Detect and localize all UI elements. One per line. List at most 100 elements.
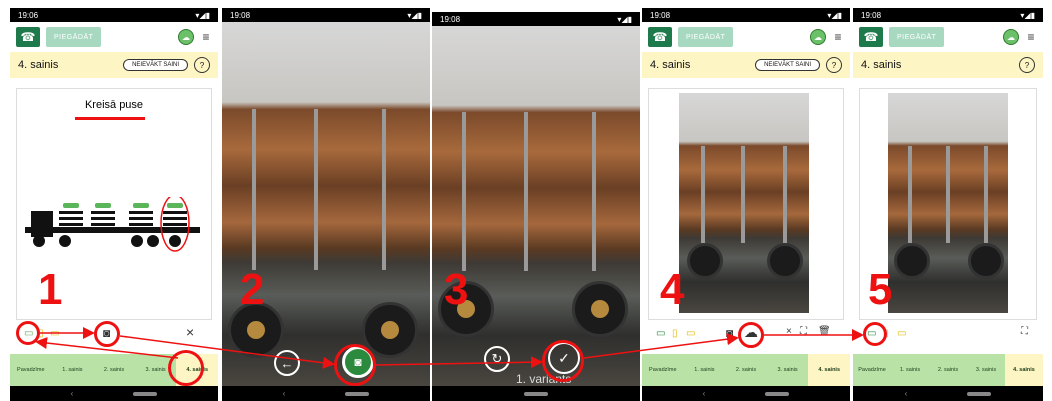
- tab-bundle-1[interactable]: 1. sainis: [52, 367, 94, 373]
- landscape-icon[interactable]: ▭: [897, 328, 906, 339]
- bundle-title: 4. sainis: [861, 59, 902, 71]
- call-button[interactable]: ☎: [859, 27, 883, 47]
- back-button[interactable]: ←: [274, 350, 300, 376]
- home-nav-icon[interactable]: [524, 391, 548, 396]
- tab-bundle-3[interactable]: 3. sainis: [967, 367, 1005, 373]
- expand-icon[interactable]: ⛶: [1021, 326, 1028, 337]
- call-button[interactable]: ☎: [16, 27, 40, 47]
- tab-waybill[interactable]: Pavadzīme: [853, 367, 891, 373]
- arrow-left-icon: ←: [280, 355, 294, 371]
- highlight-ring: [16, 321, 40, 345]
- status-time: 19:06: [18, 10, 39, 20]
- deliver-button[interactable]: PIEGĀDĀT: [889, 27, 945, 47]
- status-bar: 19:08 ▾◢▮: [853, 8, 1043, 22]
- help-icon[interactable]: ?: [826, 57, 842, 73]
- bundle-title-bar: 4. sainis ?: [853, 52, 1043, 78]
- step-number-2: 2: [240, 265, 265, 314]
- wheel: [968, 243, 1004, 279]
- stake: [741, 145, 745, 243]
- wheel: [894, 243, 930, 279]
- highlight-ring: [334, 344, 376, 386]
- deliver-button[interactable]: PIEGĀDĀT: [46, 27, 102, 47]
- nav-bar: ‹: [10, 386, 218, 401]
- camera-preview: [222, 22, 430, 386]
- home-nav-icon[interactable]: [967, 391, 992, 396]
- landscape-icon[interactable]: ▭: [686, 328, 695, 339]
- delete-icon[interactable]: 🗑: [818, 326, 831, 337]
- back-nav-icon[interactable]: ‹: [905, 389, 908, 398]
- tab-bundle-3[interactable]: 3. sainis: [767, 367, 809, 373]
- tab-bundle-2[interactable]: 2. sainis: [929, 367, 967, 373]
- back-nav-icon[interactable]: ‹: [703, 389, 706, 398]
- nav-bar: [432, 386, 640, 401]
- retake-button[interactable]: ↻: [484, 346, 510, 372]
- cloud-icon[interactable]: ☁: [178, 29, 194, 45]
- status-bar: 19:08 ▾◢▮: [642, 8, 850, 22]
- highlight-ring: [94, 321, 120, 347]
- cloud-icon[interactable]: ☁: [1003, 29, 1019, 45]
- bundle-title: 4. sainis: [650, 59, 691, 71]
- status-time: 19:08: [230, 10, 251, 20]
- bundle-tabs: Pavadzīme 1. sainis 2. sainis 3. sainis …: [642, 354, 850, 386]
- landscape-icon[interactable]: ▭: [50, 328, 59, 339]
- show-bundle-button[interactable]: NEIEVĀKT SAINI: [123, 59, 188, 71]
- status-time: 19:08: [440, 14, 461, 24]
- captured-photo: [432, 26, 640, 386]
- status-bar: 19:08 ▾◢▮: [222, 8, 430, 22]
- tab-bundle-4[interactable]: 4. sainis: [808, 354, 850, 386]
- back-nav-icon[interactable]: ‹: [71, 389, 74, 398]
- back-nav-icon[interactable]: ‹: [283, 389, 286, 398]
- side-label: Kreisā puse: [84, 99, 144, 111]
- bundle-title-bar: 4. sainis NEIEVĀKT SAINI ?: [642, 52, 850, 78]
- signal-icon: ▾◢▮: [407, 10, 422, 20]
- tab-bundle-1[interactable]: 1. sainis: [684, 367, 726, 373]
- bundle-tabs: Pavadzīme 1. sainis 2. sainis 3. sainis …: [853, 354, 1043, 386]
- stake: [701, 145, 705, 243]
- tab-bundle-2[interactable]: 2. sainis: [725, 367, 767, 373]
- tab-bundle-4[interactable]: 4. sainis: [1005, 354, 1043, 386]
- close-icon[interactable]: ×: [186, 324, 194, 340]
- camera-icon[interactable]: ◙: [726, 326, 733, 340]
- home-nav-icon[interactable]: [345, 391, 370, 396]
- help-icon[interactable]: ?: [1019, 57, 1035, 73]
- stake: [783, 145, 787, 243]
- nav-bar: ‹: [222, 386, 430, 401]
- tab-waybill[interactable]: Pavadzīme: [10, 367, 52, 373]
- menu-icon[interactable]: ≡: [1025, 30, 1037, 44]
- bundle-photo: [888, 93, 1008, 313]
- wheel-hub: [591, 300, 609, 318]
- status-time: 19:08: [861, 10, 882, 20]
- show-bundle-button[interactable]: NEIEVĀKT SAINI: [755, 59, 820, 71]
- tab-waybill[interactable]: Pavadzīme: [642, 367, 684, 373]
- app-bar: ☎ PIEGĀDĀT ☁ ≡: [642, 22, 850, 52]
- wheel-hub: [381, 321, 399, 339]
- step-number-1: 1: [38, 265, 63, 314]
- home-nav-icon[interactable]: [765, 391, 790, 396]
- tab-bundle-2[interactable]: 2. sainis: [93, 367, 135, 373]
- help-icon[interactable]: ?: [194, 57, 210, 73]
- deliver-button[interactable]: PIEGĀDĀT: [678, 27, 734, 47]
- menu-icon[interactable]: ≡: [200, 30, 212, 44]
- tab-bundle-1[interactable]: 1. sainis: [891, 367, 929, 373]
- expand-icon[interactable]: ⛶: [800, 326, 807, 337]
- phone-screen-2: 19:08 ▾◢▮ ← ◙ ‹: [222, 8, 430, 401]
- status-bar: 19:06 ▾◢▮: [10, 8, 218, 22]
- signal-icon: ▾◢▮: [1020, 10, 1035, 20]
- home-nav-icon[interactable]: [133, 391, 158, 396]
- stake: [946, 145, 950, 243]
- status-time: 19:08: [650, 10, 671, 20]
- call-button[interactable]: ☎: [648, 27, 672, 47]
- step-number-5: 5: [868, 265, 893, 314]
- highlight-ring: [863, 322, 887, 346]
- close-icon[interactable]: ×: [786, 326, 792, 337]
- highlight-ring: [738, 322, 764, 348]
- cloud-icon[interactable]: ☁: [810, 29, 826, 45]
- app-bar: ☎ PIEGĀDĀT ☁ ≡: [853, 22, 1043, 52]
- side-label-underline: [75, 117, 145, 120]
- stake: [462, 112, 466, 271]
- highlight-ring: [542, 340, 584, 382]
- menu-icon[interactable]: ≡: [832, 30, 844, 44]
- portrait-icon[interactable]: ▯: [672, 328, 678, 339]
- frame-icon[interactable]: ▭: [656, 328, 665, 339]
- signal-icon: ▾◢▮: [195, 10, 210, 20]
